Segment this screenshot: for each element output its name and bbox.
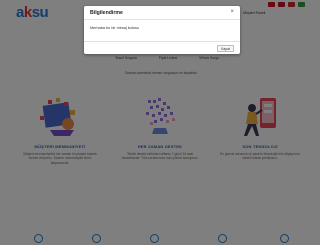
- info-dialog: Bilgilendirme × Merhaba bu bir mesaj kut…: [84, 6, 240, 54]
- dialog-title: Bilgilendirme: [90, 10, 123, 16]
- dialog-footer: Kapat: [84, 41, 240, 54]
- dialog-header: Bilgilendirme ×: [84, 6, 240, 20]
- dialog-message: Merhaba bu bir mesaj kutusu: [90, 26, 139, 30]
- close-icon[interactable]: ×: [230, 9, 234, 15]
- close-button[interactable]: Kapat: [217, 45, 234, 52]
